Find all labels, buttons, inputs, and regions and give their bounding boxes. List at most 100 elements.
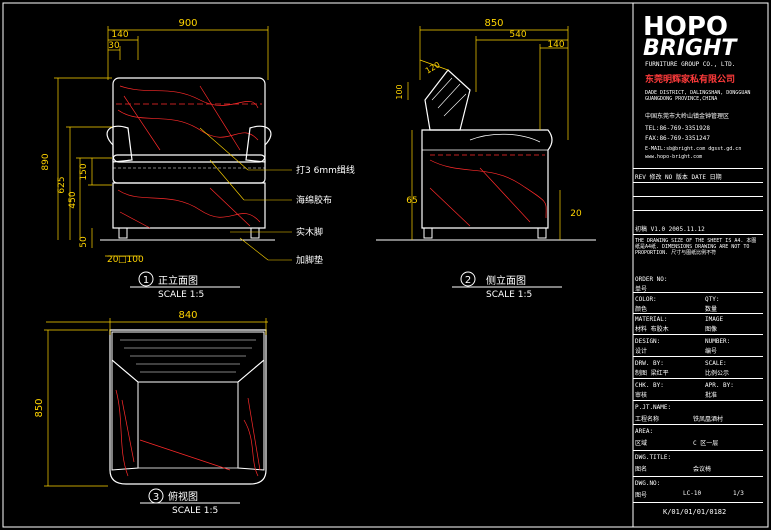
dim-front-20: 20	[107, 255, 119, 265]
side-view-num: 2	[465, 275, 471, 286]
front-view-num: 1	[143, 275, 149, 286]
dwg-no-cn: 图号	[635, 492, 648, 499]
email: E-MAIL:sb@bright.com dgsst.gd.cn	[645, 146, 742, 152]
material-cn: 材料 布胶木	[635, 326, 669, 333]
callout-foam: 海绵胶布	[296, 194, 332, 206]
line-area	[633, 450, 763, 451]
dwg-no-label: DWG.NO:	[635, 480, 661, 487]
dim-front-sq: □100	[118, 255, 144, 265]
color-cn: 颜色	[635, 306, 648, 313]
address-en: DADE DISTRICT, DALINGSHAN, DONGGUAN GUAN…	[645, 90, 751, 102]
front-view-scale: SCALE 1:5	[158, 290, 204, 300]
line-drw	[633, 378, 763, 379]
apr-label: APR. BY:	[705, 382, 734, 389]
dim-side-20: 20	[570, 209, 582, 219]
front-backrest	[112, 77, 266, 163]
top-view-scale: SCALE 1:5	[172, 506, 218, 516]
dim-front-30: 30	[108, 41, 120, 51]
side-fabric-pattern	[429, 159, 547, 227]
scale-cn: 比例公示	[705, 370, 730, 377]
dim-side-65: 65	[406, 196, 417, 206]
front-left-foot	[118, 227, 128, 239]
front-view-title: 正立面图	[158, 274, 198, 287]
top-backrest	[111, 331, 265, 383]
dim-side-140: 140	[547, 40, 564, 50]
front-left-arm	[106, 125, 133, 163]
line-color	[633, 313, 763, 314]
side-back-cushion	[424, 69, 471, 131]
qty-label: QTY:	[705, 296, 720, 303]
rev-line-1	[633, 182, 763, 183]
rev-line-2	[633, 196, 763, 197]
dwg-no-full: K/01/01/01/0182	[663, 508, 727, 516]
callout-foot-pad: 加脚垫	[296, 254, 323, 266]
design-label: DESIGN:	[635, 338, 661, 345]
tel: TEL:86-769-3351928	[645, 125, 711, 132]
top-view-title: 俯视图	[168, 490, 198, 503]
dim-top-depth: 850	[34, 398, 45, 417]
fax: FAX:86-769-3351247	[645, 135, 711, 142]
rev-header: REV 修改 NO 版本 DATE 日期	[635, 174, 722, 181]
material-label: MATERIAL:	[635, 316, 668, 323]
front-view: 900 140 30 890 625 450 150 50 20 □100 打3…	[41, 18, 355, 300]
drw-label: DRW. BY:	[635, 360, 664, 367]
sheet-number: 1/3	[733, 490, 744, 497]
front-right-arm	[245, 125, 272, 163]
line-chk	[633, 400, 763, 401]
dim-front-140: 140	[111, 30, 128, 40]
dim-front-width: 900	[178, 18, 197, 29]
front-base	[112, 182, 266, 229]
image-cn: 图像	[705, 326, 718, 333]
top-dimensions	[44, 318, 268, 487]
dim-front-150: 150	[79, 163, 89, 180]
drw-cn: 制图 梁红平	[635, 370, 669, 377]
dim-side-width: 850	[484, 18, 503, 29]
dwg-title-label: DWG.TITLE:	[635, 454, 672, 461]
front-dimensions	[54, 26, 269, 257]
callout-wood-leg: 实木脚	[296, 226, 323, 238]
scale-label: SCALE:	[705, 360, 727, 367]
dwg-title-cn: 图名	[635, 466, 648, 473]
dim-side-540: 540	[509, 30, 526, 40]
area-label: AREA:	[635, 428, 654, 435]
top-arms	[111, 358, 265, 471]
line-order	[633, 292, 763, 293]
dim-top-width: 840	[178, 310, 197, 321]
top-back-tufting	[120, 339, 256, 373]
rev-line-4	[633, 234, 763, 235]
callout-stitch: 打3 6mm缉线	[296, 164, 355, 176]
title-block: HOPO BRIGHT FURNITURE GROUP CO., LTD. 东莞…	[633, 10, 763, 524]
chk-cn: 审核	[635, 392, 648, 399]
number-cn: 编号	[705, 348, 718, 355]
color-label: COLOR:	[635, 296, 657, 303]
company-name-cn: 东莞明辉家私有限公司	[645, 75, 736, 85]
dim-side-100: 100	[395, 84, 404, 99]
apr-cn: 批准	[705, 392, 718, 399]
qty-cn: 数量	[705, 306, 718, 313]
line-design	[633, 356, 763, 357]
side-seat-lines	[422, 133, 548, 151]
pjt-value: 铁凤凰酒村	[693, 416, 724, 423]
line-material	[633, 334, 763, 335]
front-fabric-pattern	[117, 85, 259, 151]
top-outline	[109, 329, 267, 485]
dim-front-height: 890	[41, 153, 51, 170]
side-left-foot	[423, 227, 433, 239]
line-pjt	[633, 424, 763, 425]
side-view-title: 侧立面图	[486, 274, 526, 287]
line-dwgno	[633, 502, 763, 503]
line-dwg	[633, 476, 763, 477]
image-label: IMAGE	[705, 316, 724, 323]
chk-label: CHK. BY:	[635, 382, 664, 389]
dim-front-625: 625	[57, 176, 67, 193]
dwg-no-value: LC-10	[683, 490, 702, 497]
pjt-cn: 工程名称	[635, 416, 660, 423]
top-seat	[137, 381, 239, 469]
dim-front-450: 450	[68, 191, 78, 208]
area-cn: 区域	[635, 440, 648, 447]
side-view: 850 540 140 120 100 65 20 2 侧立面图 SCALE 1…	[376, 18, 596, 300]
side-dimensions	[407, 26, 569, 240]
address-cn: 中国东莞市大岭山镇金钟管理区	[645, 113, 730, 120]
top-view-num: 3	[153, 492, 159, 503]
front-right-foot	[250, 227, 260, 239]
